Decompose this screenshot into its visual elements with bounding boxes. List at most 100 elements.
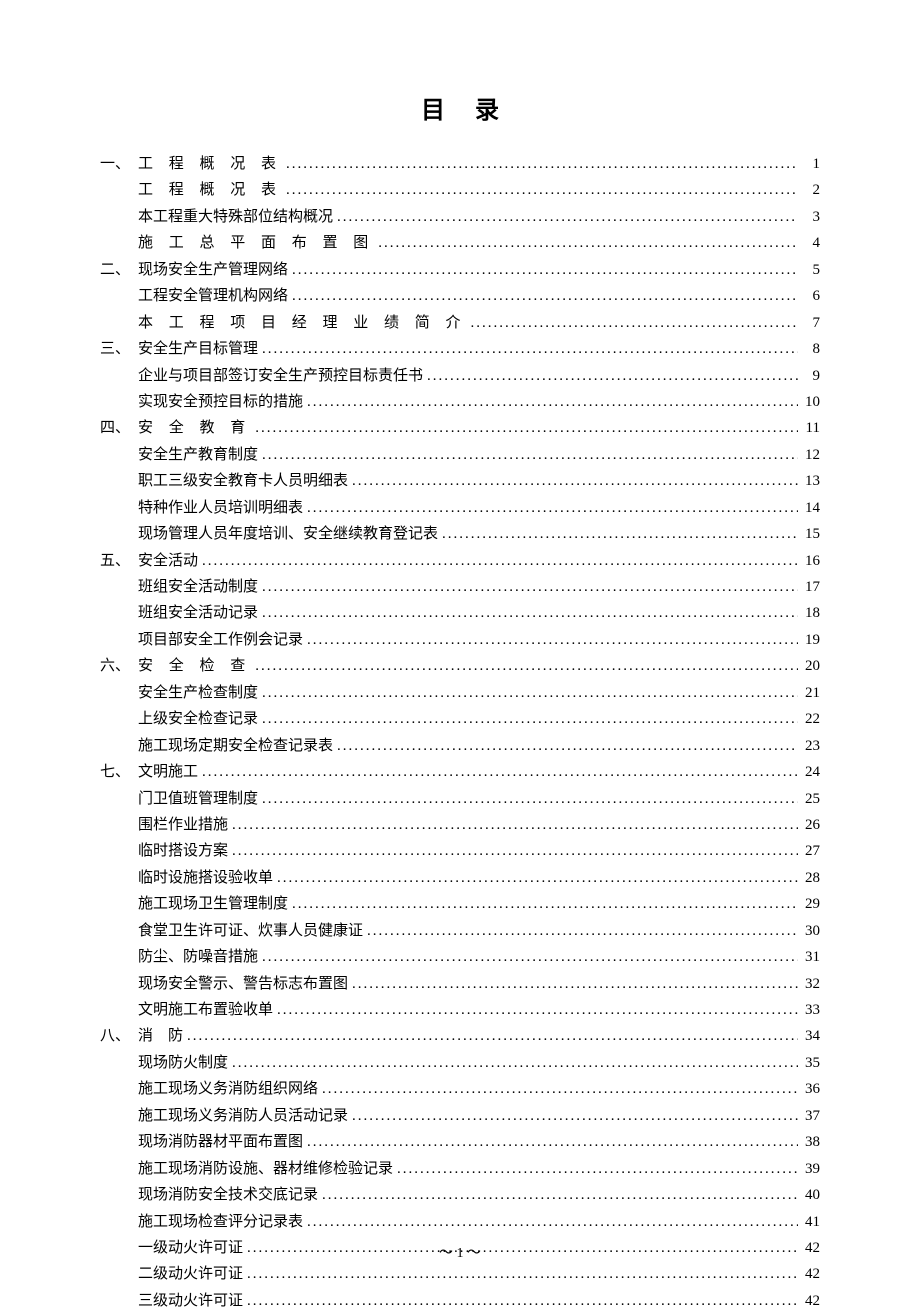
toc-leader-dots [258, 708, 798, 731]
toc-label: 工 程 概 况 表 [138, 153, 282, 176]
toc-page-number: 33 [798, 999, 820, 1022]
toc-marker: 一、 [100, 153, 138, 176]
toc-label: 班组安全活动制度 [138, 576, 258, 599]
toc-entry: 七、文明施工24 [100, 761, 820, 784]
toc-entry: 施工现场卫生管理制度 29 [100, 893, 820, 916]
toc-page-number: 18 [798, 602, 820, 625]
toc-page-number: 24 [798, 761, 820, 784]
toc-entry: 二、现场安全生产管理网络5 [100, 259, 820, 282]
toc-leader-dots [251, 655, 798, 678]
toc-page-number: 1 [798, 153, 820, 176]
toc-label: 施工现场义务消防人员活动记录 [138, 1105, 348, 1128]
toc-label: 食堂卫生许可证、炊事人员健康证 [138, 920, 363, 943]
toc-leader-dots [438, 523, 798, 546]
toc-page-number: 29 [798, 893, 820, 916]
toc-page-number: 13 [798, 470, 820, 493]
toc-entry: 二级动火许可证 42 [100, 1263, 820, 1286]
toc-label: 现场消防安全技术交底记录 [138, 1184, 318, 1207]
toc-page-number: 3 [798, 206, 820, 229]
toc-leader-dots [363, 920, 798, 943]
toc-page-number: 34 [798, 1025, 820, 1048]
toc-entry: 项目部安全工作例会记录19 [100, 629, 820, 652]
toc-entry: 施工现场义务消防人员活动记录 37 [100, 1105, 820, 1128]
toc-leader-dots [333, 735, 798, 758]
toc-entry: 施工现场定期安全检查记录表23 [100, 735, 820, 758]
toc-label: 现场防火制度 [138, 1052, 228, 1075]
toc-label: 现场安全生产管理网络 [138, 259, 288, 282]
toc-page-number: 35 [798, 1052, 820, 1075]
toc-leader-dots [348, 1105, 798, 1128]
toc-label: 施工现场卫生管理制度 [138, 893, 288, 916]
toc-leader-dots [258, 444, 798, 467]
toc-label: 本 工 程 项 目 经 理 业 绩 简 介 [138, 312, 467, 335]
toc-page-number: 31 [798, 946, 820, 969]
toc-page-number: 6 [798, 285, 820, 308]
toc-page-number: 16 [798, 550, 820, 573]
toc-page-number: 42 [798, 1290, 820, 1313]
toc-entry: 现场安全警示、警告标志布置图32 [100, 973, 820, 996]
toc-entry: 一、工 程 概 况 表 1 [100, 153, 820, 176]
toc-leader-dots [258, 682, 798, 705]
toc-leader-dots [198, 550, 798, 573]
toc-label: 现场管理人员年度培训、安全继续教育登记表 [138, 523, 438, 546]
toc-label: 项目部安全工作例会记录 [138, 629, 303, 652]
toc-page-number: 2 [798, 179, 820, 202]
toc-entry: 临时搭设方案27 [100, 840, 820, 863]
toc-label: 现场消防器材平面布置图 [138, 1131, 303, 1154]
toc-leader-dots [333, 206, 798, 229]
toc-page-number: 36 [798, 1078, 820, 1101]
toc-label: 临时设施搭设验收单 [138, 867, 273, 890]
toc-label: 施工现场消防设施、器材维修检验记录 [138, 1158, 393, 1181]
toc-leader-dots [288, 259, 798, 282]
toc-leader-dots [282, 153, 798, 176]
toc-leader-dots [303, 629, 798, 652]
toc-leader-dots [303, 1131, 798, 1154]
toc-entry: 施 工 总 平 面 布 置 图4 [100, 232, 820, 255]
toc-label: 施工现场定期安全检查记录表 [138, 735, 333, 758]
toc-marker: 八、 [100, 1025, 138, 1048]
toc-label: 班组安全活动记录 [138, 602, 258, 625]
toc-leader-dots [303, 497, 798, 520]
toc-leader-dots [467, 312, 798, 335]
toc-leader-dots [258, 946, 798, 969]
toc-page-number: 7 [798, 312, 820, 335]
toc-leader-dots [243, 1290, 798, 1313]
toc-entry: 安全生产检查制度21 [100, 682, 820, 705]
toc-label: 防尘、防噪音措施 [138, 946, 258, 969]
toc-label: 现场安全警示、警告标志布置图 [138, 973, 348, 996]
toc-label: 工程安全管理机构网络 [138, 285, 288, 308]
toc-leader-dots [288, 285, 798, 308]
toc-page-number: 41 [798, 1211, 820, 1234]
toc-label: 二级动火许可证 [138, 1263, 243, 1286]
toc-label: 安全生产目标管理 [138, 338, 258, 361]
toc-label: 施 工 总 平 面 布 置 图 [138, 232, 374, 255]
toc-title: 目录 [100, 90, 820, 125]
toc-entry: 职工三级安全教育卡人员明细表 13 [100, 470, 820, 493]
toc-label: 职工三级安全教育卡人员明细表 [138, 470, 348, 493]
toc-page-number: 37 [798, 1105, 820, 1128]
toc-label: 文明施工布置验收单 [138, 999, 273, 1022]
toc-leader-dots [258, 602, 798, 625]
toc-entry: 六、安 全 检 查20 [100, 655, 820, 678]
table-of-contents: 一、工 程 概 况 表 1工 程 概 况 表 2 本工程重大特殊部位结构概况 3 施 工 … [100, 153, 820, 1313]
toc-label: 三级动火许可证 [138, 1290, 243, 1313]
toc-label: 安 全 检 查 [138, 655, 251, 678]
toc-entry: 食堂卫生许可证、炊事人员健康证30 [100, 920, 820, 943]
toc-leader-dots [348, 470, 798, 493]
toc-entry: 上级安全检查记录22 [100, 708, 820, 731]
toc-entry: 班组安全活动记录 18 [100, 602, 820, 625]
toc-leader-dots [374, 232, 798, 255]
toc-label: 门卫值班管理制度 [138, 788, 258, 811]
toc-marker: 二、 [100, 259, 138, 282]
toc-leader-dots [251, 417, 798, 440]
toc-page-number: 42 [798, 1263, 820, 1286]
toc-leader-dots [228, 1052, 798, 1075]
toc-page-number: 21 [798, 682, 820, 705]
toc-entry: 施工现场义务消防组织网络36 [100, 1078, 820, 1101]
toc-label: 本工程重大特殊部位结构概况 [138, 206, 333, 229]
toc-leader-dots [258, 576, 798, 599]
toc-label: 上级安全检查记录 [138, 708, 258, 731]
toc-label: 实现安全预控目标的措施 [138, 391, 303, 414]
toc-label: 特种作业人员培训明细表 [138, 497, 303, 520]
toc-entry: 八、消 防34 [100, 1025, 820, 1048]
